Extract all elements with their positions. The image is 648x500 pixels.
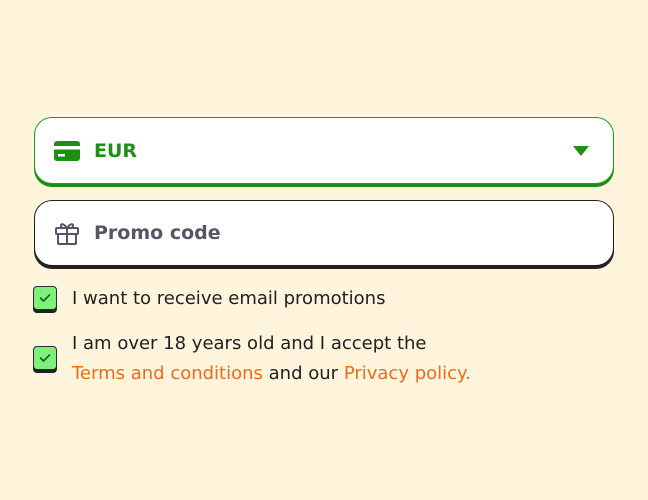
promo-code-field[interactable]	[34, 200, 614, 266]
currency-value: EUR	[94, 139, 138, 162]
check-icon	[39, 294, 51, 302]
privacy-link[interactable]: Privacy policy.	[344, 363, 471, 384]
age-terms-checkbox[interactable]	[33, 346, 57, 370]
age-terms-label: I am over 18 years old and I accept the …	[72, 329, 471, 389]
email-promotions-label: I want to receive email promotions	[72, 288, 386, 309]
currency-select[interactable]: EUR	[34, 117, 614, 184]
gift-icon	[54, 220, 80, 246]
terms-link[interactable]: Terms and conditions	[72, 363, 263, 384]
promo-code-input[interactable]	[94, 222, 554, 244]
credit-card-icon	[54, 138, 80, 164]
email-promotions-checkbox[interactable]	[33, 286, 57, 310]
connector-text: and our	[268, 363, 339, 384]
chevron-down-icon[interactable]	[573, 145, 589, 156]
age-terms-text: I am over 18 years old and I accept the	[72, 333, 427, 354]
check-icon	[39, 354, 51, 362]
email-promotions-row: I want to receive email promotions	[33, 284, 385, 314]
age-terms-row: I am over 18 years old and I accept the …	[33, 329, 471, 389]
